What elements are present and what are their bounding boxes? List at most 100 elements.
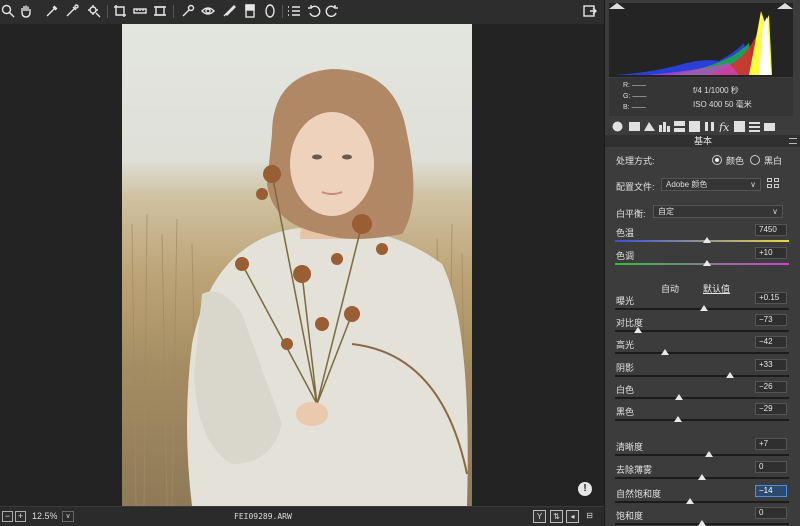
- adjustment-brush-icon[interactable]: [221, 3, 237, 19]
- slider-dehaze[interactable]: 去除薄雾 0: [605, 461, 800, 485]
- open-object-icon[interactable]: [582, 3, 598, 19]
- rotate-left-icon[interactable]: [306, 3, 322, 19]
- graduated-filter-icon[interactable]: [242, 3, 258, 19]
- lens-tab-icon[interactable]: [688, 120, 700, 132]
- slider-whites-track[interactable]: [615, 397, 789, 399]
- slider-tint-value-field[interactable]: +10: [755, 247, 787, 259]
- slider-shadows-value-field[interactable]: +33: [755, 359, 787, 371]
- slider-saturation-label: 饱和度: [616, 511, 644, 521]
- red-eye-icon[interactable]: [200, 3, 216, 19]
- hand-icon[interactable]: [18, 3, 34, 19]
- spot-removal-icon[interactable]: [180, 3, 196, 19]
- presets-tab-icon[interactable]: [748, 120, 760, 132]
- color-sampler-icon[interactable]: [64, 3, 80, 19]
- aperture-shutter: f/4 1/1000 秒: [693, 86, 739, 95]
- slider-clarity-thumb[interactable]: [704, 451, 713, 457]
- target-adjust-icon[interactable]: [86, 3, 102, 19]
- straighten-icon[interactable]: [132, 3, 148, 19]
- slider-highlights-value-field[interactable]: −42: [755, 336, 787, 348]
- slider-highlights[interactable]: 高光 −42: [605, 336, 800, 360]
- radial-filter-icon[interactable]: [262, 3, 278, 19]
- slider-dehaze-thumb[interactable]: [698, 474, 706, 480]
- slider-saturation-thumb[interactable]: [698, 520, 706, 526]
- camera-info: R: —— G: —— B: —— f/4 1/1000 秒 ISO 400 5…: [609, 78, 793, 116]
- slider-vibrance-value-field[interactable]: −14: [755, 485, 787, 497]
- warning-icon[interactable]: !: [578, 482, 592, 496]
- photo-preview[interactable]: [122, 24, 472, 506]
- slider-contrast[interactable]: 对比度 −73: [605, 314, 800, 338]
- slider-highlights-thumb[interactable]: [661, 349, 670, 355]
- compare-swap-button[interactable]: ⇅: [550, 510, 563, 523]
- copy-settings-button[interactable]: ◂: [566, 510, 579, 523]
- transform-tab-icon[interactable]: [703, 120, 715, 132]
- white-balance-dropdown[interactable]: 自定 ∨: [653, 205, 783, 218]
- slider-whites[interactable]: 白色 −26: [605, 381, 800, 405]
- zoom-icon[interactable]: [0, 3, 16, 19]
- preferences-icon[interactable]: ⊟: [583, 510, 596, 523]
- toolbar-separator: [282, 5, 283, 18]
- slider-blacks-thumb[interactable]: [673, 416, 682, 422]
- slider-contrast-thumb[interactable]: [633, 327, 642, 333]
- slider-tint-track[interactable]: [615, 263, 789, 265]
- presets-icon[interactable]: [286, 3, 302, 19]
- zoom-in-button[interactable]: +: [15, 511, 26, 522]
- bottom-bar: − + 12.5% ∨ FEI09289.ARW Y ⇅ ◂ ⊟: [0, 506, 604, 526]
- slider-temp[interactable]: 色温 7450: [605, 224, 800, 248]
- slider-blacks-value-field[interactable]: −29: [755, 403, 787, 415]
- slider-shadows-track[interactable]: [615, 375, 789, 377]
- file-name: FEI09289.ARW: [234, 512, 292, 521]
- slider-exposure-value-field[interactable]: +0.15: [755, 292, 787, 304]
- slider-contrast-value-field[interactable]: −73: [755, 314, 787, 326]
- basic-tab-icon[interactable]: [611, 120, 623, 132]
- slider-whites-label: 白色: [616, 385, 635, 395]
- section-menu-icon[interactable]: [789, 138, 797, 144]
- slider-saturation[interactable]: 饱和度 0: [605, 507, 800, 526]
- slider-clarity[interactable]: 清晰度 +7: [605, 438, 800, 462]
- slider-tint-thumb[interactable]: [703, 260, 712, 266]
- white-balance-label: 白平衡:: [616, 209, 646, 219]
- slider-temp-thumb[interactable]: [703, 237, 712, 243]
- slider-temp-value-field[interactable]: 7450: [755, 224, 787, 236]
- slider-tint[interactable]: 色调 +10: [605, 247, 800, 271]
- profile-dropdown[interactable]: Adobe 颜色 ∨: [661, 178, 761, 191]
- treatment-bw-radio[interactable]: [750, 155, 760, 165]
- snapshots-tab-icon[interactable]: [763, 120, 775, 132]
- slider-whites-thumb[interactable]: [675, 394, 684, 400]
- slider-clarity-value-field[interactable]: +7: [755, 438, 787, 450]
- slider-whites-value-field[interactable]: −26: [755, 381, 787, 393]
- hsl-tab-icon[interactable]: [658, 120, 670, 132]
- slider-vibrance-track[interactable]: [615, 501, 789, 503]
- slider-exposure-thumb[interactable]: [699, 305, 708, 311]
- transform-icon[interactable]: [152, 3, 168, 19]
- image-canvas[interactable]: !: [0, 24, 604, 506]
- slider-exposure-label: 曝光: [616, 296, 635, 306]
- profile-browser-icon[interactable]: [767, 178, 781, 190]
- slider-temp-track[interactable]: [615, 240, 789, 242]
- slider-exposure[interactable]: 曝光 +0.15: [605, 292, 800, 316]
- chevron-down-icon: ∨: [750, 180, 756, 189]
- detail-tab-icon[interactable]: [643, 120, 655, 132]
- slider-temp-label: 色温: [616, 228, 635, 238]
- slider-vibrance[interactable]: 自然饱和度 −14: [605, 485, 800, 509]
- crop-icon[interactable]: [112, 3, 128, 19]
- zoom-dropdown[interactable]: ∨: [62, 511, 74, 522]
- zoom-out-button[interactable]: −: [2, 511, 13, 522]
- slider-blacks[interactable]: 黑色 −29: [605, 403, 800, 427]
- slider-dehaze-value-field[interactable]: 0: [755, 461, 787, 473]
- slider-vibrance-thumb[interactable]: [685, 498, 694, 504]
- treatment-color-radio[interactable]: [712, 155, 722, 165]
- slider-highlights-track[interactable]: [615, 352, 789, 354]
- view-toggle-button[interactable]: Y: [533, 510, 546, 523]
- treatment-color-label: 颜色: [726, 156, 745, 166]
- slider-shadows[interactable]: 阴影 +33: [605, 359, 800, 383]
- split-toning-tab-icon[interactable]: [673, 120, 685, 132]
- tone-curve-tab-icon[interactable]: [628, 120, 640, 132]
- calibration-tab-icon[interactable]: [733, 120, 745, 132]
- effects-tab-icon[interactable]: fx: [718, 120, 730, 132]
- rotate-right-icon[interactable]: [324, 3, 340, 19]
- slider-blacks-track[interactable]: [615, 419, 789, 421]
- slider-clarity-track[interactable]: [615, 454, 789, 456]
- slider-shadows-thumb[interactable]: [725, 372, 734, 378]
- slider-saturation-value-field[interactable]: 0: [755, 507, 787, 519]
- white-balance-icon[interactable]: [44, 3, 60, 19]
